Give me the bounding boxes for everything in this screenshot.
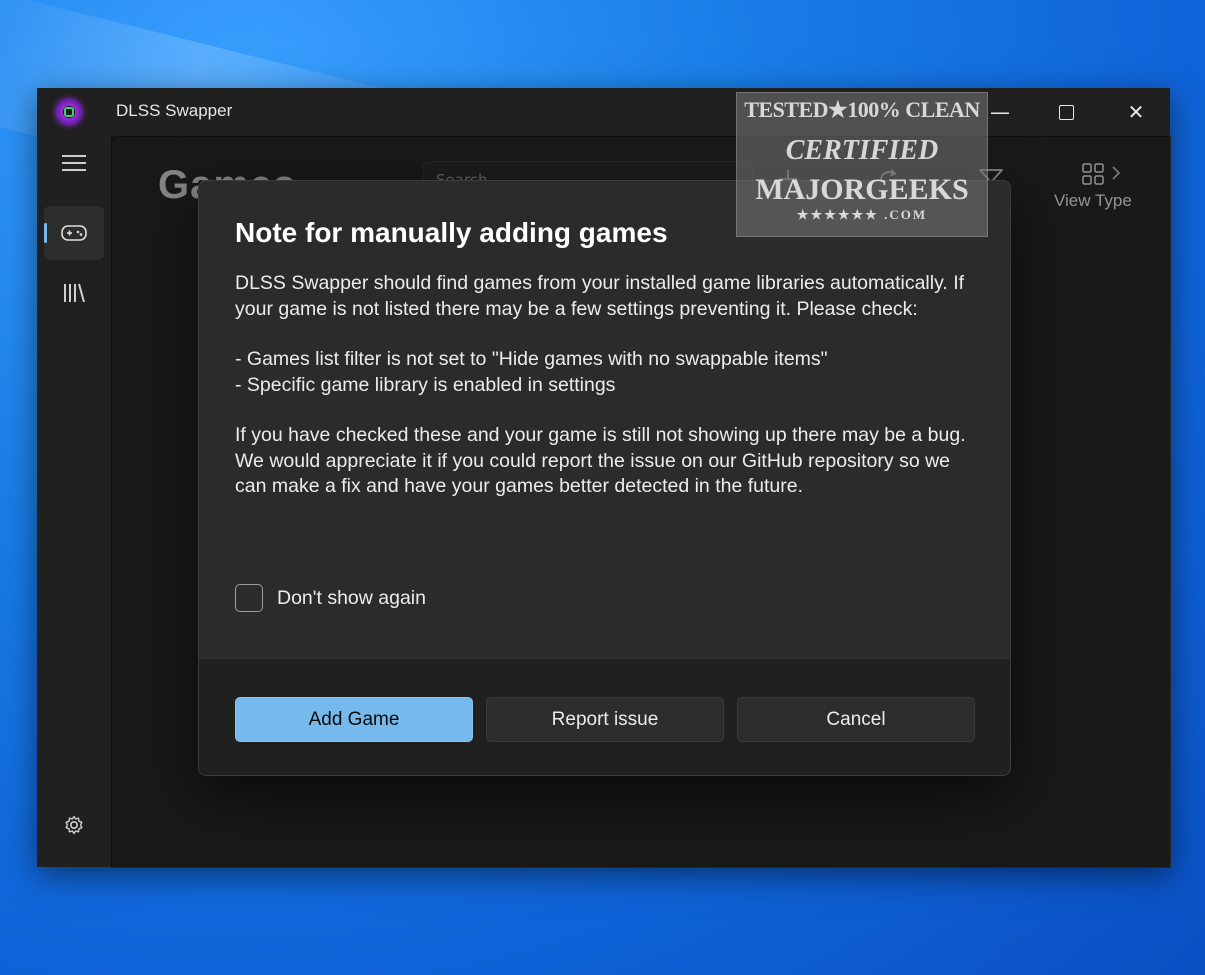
watermark-line-4: ★★★★★★ .COM	[796, 207, 928, 222]
dialog-body: DLSS Swapper should find games from your…	[235, 271, 980, 500]
title-bar[interactable]: DLSS Swapper — ✕	[37, 88, 1170, 136]
add-game-button[interactable]: Add Game	[235, 697, 473, 742]
report-issue-button[interactable]: Report issue	[486, 697, 724, 742]
cancel-button[interactable]: Cancel	[737, 697, 975, 742]
gamepad-icon	[61, 225, 87, 241]
app-logo-icon	[55, 98, 83, 126]
sidebar-item-games[interactable]	[44, 206, 104, 260]
sidebar-menu-button[interactable]	[44, 136, 104, 190]
gear-icon	[65, 815, 83, 835]
dont-show-again-label[interactable]: Don't show again	[277, 587, 426, 610]
maximize-icon	[1058, 104, 1074, 120]
dont-show-again-row[interactable]: Don't show again	[235, 583, 426, 613]
close-button[interactable]: ✕	[1103, 88, 1169, 136]
hamburger-icon	[62, 155, 86, 171]
sidebar	[37, 136, 111, 867]
watermark-line-3: MAJORGEEKS	[755, 173, 969, 206]
minimize-icon: —	[990, 100, 1010, 124]
dialog-title: Note for manually adding games	[235, 217, 668, 248]
dont-show-again-checkbox[interactable]	[235, 584, 263, 612]
dialog-footer: Add Game Report issue Cancel	[199, 658, 1010, 775]
watermark-line-2: CERTIFIED	[785, 135, 939, 166]
sidebar-item-settings[interactable]	[44, 798, 104, 852]
maximize-button[interactable]	[1033, 88, 1099, 136]
dialog-paragraph-report: If you have checked these and your game …	[235, 424, 966, 497]
sidebar-item-library[interactable]	[44, 266, 104, 320]
close-icon: ✕	[1127, 100, 1145, 124]
manual-add-dialog: Note for manually adding games DLSS Swap…	[198, 180, 1011, 776]
majorgeeks-watermark: TESTED★100% CLEAN CERTIFIED MAJORGEEKS ★…	[736, 92, 988, 237]
dialog-bullet-library: - Specific game library is enabled in se…	[235, 373, 616, 396]
dialog-paragraph-intro: DLSS Swapper should find games from your…	[235, 272, 965, 320]
app-title: DLSS Swapper	[116, 101, 233, 120]
library-icon	[64, 283, 85, 303]
selection-indicator	[44, 223, 47, 243]
watermark-line-1: TESTED★100% CLEAN	[744, 97, 980, 122]
dialog-bullet-filter: - Games list filter is not set to "Hide …	[235, 348, 828, 370]
